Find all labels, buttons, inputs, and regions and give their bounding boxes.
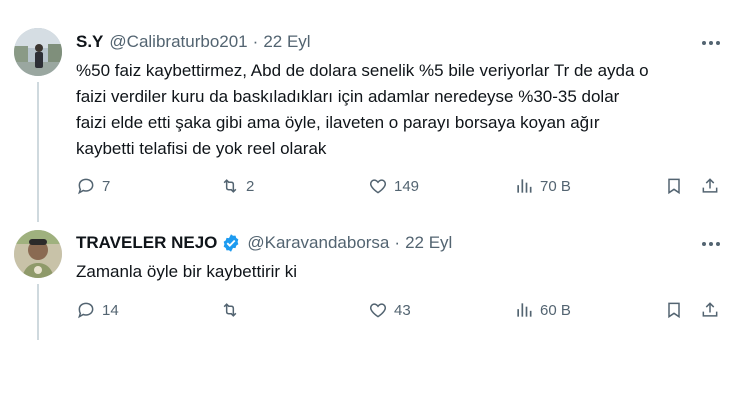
avatar[interactable]: [14, 28, 62, 76]
author-handle[interactable]: @Calibraturbo201: [109, 31, 247, 53]
like-button[interactable]: 43: [368, 300, 411, 320]
tweet-text: Zamanla öyle bir kaybettirir ki: [76, 262, 298, 281]
views-button[interactable]: 70 B: [514, 176, 571, 196]
retweet-arrows-icon: [223, 179, 237, 193]
bookmark-icon: [668, 302, 680, 319]
retweet-count: 2: [246, 177, 255, 195]
bar-chart-icon: [517, 179, 532, 193]
author-name[interactable]: TRAVELER NEJO: [76, 232, 217, 254]
heart-icon: [369, 179, 387, 194]
tweet-date[interactable]: 22 Eyl: [263, 31, 310, 53]
author-name[interactable]: S.Y: [76, 31, 103, 53]
retweet-arrows-icon: [223, 303, 237, 317]
views-count: 70 B: [540, 177, 571, 195]
retweet-button[interactable]: [220, 300, 246, 320]
tweet-2[interactable]: TRAVELER NEJO @Karavandaborsa · 22 Eyl Z…: [0, 220, 730, 420]
reply-count: 7: [102, 177, 111, 195]
share-upload-icon: [702, 302, 718, 317]
tweet-actions: 14 43 60 B: [76, 300, 721, 324]
bookmark-button[interactable]: [664, 300, 684, 320]
tweet-header: S.Y @Calibraturbo201 · 22 Eyl: [76, 31, 311, 53]
like-count: 149: [394, 177, 420, 195]
author-handle[interactable]: @Karavandaborsa: [247, 232, 389, 254]
tweet-date[interactable]: 22 Eyl: [405, 232, 452, 254]
more-dots-icon[interactable]: [702, 33, 720, 53]
bookmark-button[interactable]: [664, 176, 684, 196]
thread-line: [37, 284, 39, 340]
tweet-actions: 7 2 149 70 B: [76, 176, 721, 200]
bookmark-icon: [668, 178, 680, 195]
views-button[interactable]: 60 B: [514, 300, 571, 320]
speech-bubble-icon: [78, 302, 94, 319]
separator-dot: ·: [394, 233, 401, 252]
separator-dot: ·: [252, 32, 259, 51]
speech-bubble-icon: [78, 178, 94, 195]
share-upload-icon: [702, 178, 718, 193]
tweet-1[interactable]: S.Y @Calibraturbo201 · 22 Eyl %50 faiz k…: [0, 0, 730, 222]
more-dots-icon[interactable]: [702, 234, 720, 254]
bar-chart-icon: [517, 303, 532, 317]
verified-badge-icon: [221, 233, 241, 253]
reply-count: 14: [102, 301, 119, 319]
reply-button[interactable]: 14: [76, 300, 119, 320]
heart-icon: [369, 303, 387, 318]
thread-line: [37, 82, 39, 222]
like-count: 43: [394, 301, 411, 319]
share-button[interactable]: [700, 176, 720, 196]
avatar[interactable]: [14, 230, 62, 278]
tweet-text: %50 faiz kaybettirmez, Abd de dolara sen…: [76, 61, 649, 158]
views-count: 60 B: [540, 301, 571, 319]
tweet-header: TRAVELER NEJO @Karavandaborsa · 22 Eyl: [76, 232, 452, 254]
retweet-button[interactable]: 2: [220, 176, 254, 196]
reply-button[interactable]: 7: [76, 176, 110, 196]
like-button[interactable]: 149: [368, 176, 419, 196]
share-button[interactable]: [700, 300, 720, 320]
